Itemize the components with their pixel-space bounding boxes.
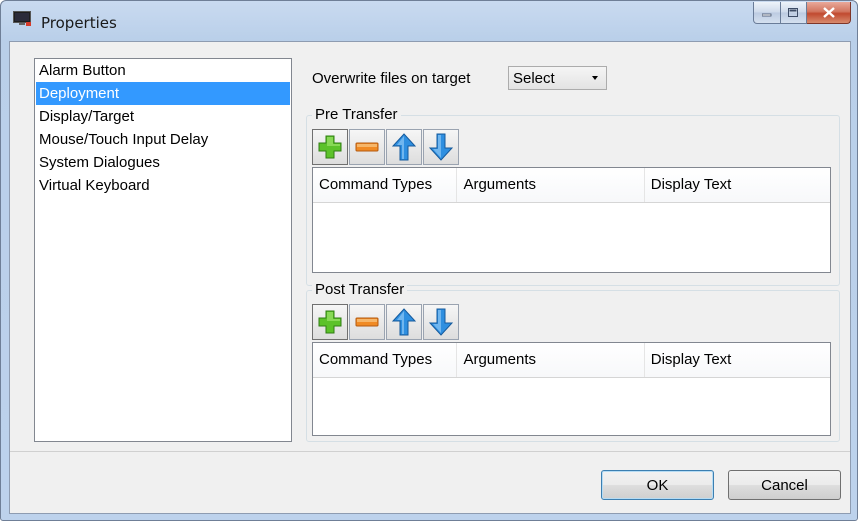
pre-add-button[interactable] [312,129,348,165]
remove-icon [355,142,379,152]
column-header-command-types[interactable]: Command Types [313,343,458,377]
column-header-arguments[interactable]: Arguments [457,168,645,202]
pre-move-up-button[interactable] [386,129,422,165]
category-item[interactable]: Alarm Button [36,59,290,82]
overwrite-label: Overwrite files on target [312,70,471,87]
arrow-down-icon [429,133,453,161]
overwrite-select-value: Select [513,70,555,87]
remove-icon [355,317,379,327]
dialog-body: Alarm Button Deployment Display/Target Mous… [9,41,851,514]
ok-button[interactable]: OK [601,470,714,500]
post-transfer-grid-header: Command Types Arguments Display Text [313,343,830,378]
dropdown-arrow-icon [592,76,598,80]
minimize-icon [762,13,772,16]
arrow-up-icon [392,308,416,336]
pre-transfer-label: Pre Transfer [312,106,401,123]
maximize-icon [788,7,798,17]
post-transfer-group: Post Transfer Command Types Arguments Di… [306,281,840,442]
category-list[interactable]: Alarm Button Deployment Display/Target Mous… [34,58,292,442]
minimize-button[interactable] [753,2,781,24]
close-button[interactable] [807,2,851,24]
column-header-display-text[interactable]: Display Text [645,168,830,202]
post-remove-button[interactable] [349,304,385,340]
post-transfer-grid[interactable]: Command Types Arguments Display Text [312,342,831,436]
add-icon [318,310,342,334]
category-item[interactable]: Deployment [36,82,290,105]
post-transfer-label: Post Transfer [312,281,408,298]
arrow-down-icon [429,308,453,336]
overwrite-select[interactable]: Select [508,66,607,90]
add-icon [318,135,342,159]
maximize-button[interactable] [781,2,807,24]
properties-window: Properties Alarm Button Deployment Display… [0,0,858,521]
arrow-up-icon [392,133,416,161]
post-transfer-toolbar [312,304,460,340]
post-add-button[interactable] [312,304,348,340]
post-move-up-button[interactable] [386,304,422,340]
column-header-command-types[interactable]: Command Types [313,168,458,202]
category-item[interactable]: Mouse/Touch Input Delay [36,128,290,151]
caption-buttons [753,2,851,24]
column-header-arguments[interactable]: Arguments [457,343,645,377]
column-header-display-text[interactable]: Display Text [645,343,830,377]
category-item[interactable]: Display/Target [36,105,290,128]
pre-remove-button[interactable] [349,129,385,165]
pre-transfer-grid-header: Command Types Arguments Display Text [313,168,830,203]
footer-divider [10,451,850,452]
category-item[interactable]: System Dialogues [36,151,290,174]
pre-move-down-button[interactable] [423,129,459,165]
app-monitor-icon [13,11,31,26]
close-icon [822,7,835,18]
pre-transfer-group: Pre Transfer Command Types Arguments Dis… [306,106,840,286]
post-move-down-button[interactable] [423,304,459,340]
cancel-button[interactable]: Cancel [728,470,841,500]
pre-transfer-grid[interactable]: Command Types Arguments Display Text [312,167,831,273]
window-title: Properties [41,14,117,32]
pre-transfer-toolbar [312,129,460,165]
title-bar[interactable]: Properties [1,1,857,41]
category-item[interactable]: Virtual Keyboard [36,174,290,197]
